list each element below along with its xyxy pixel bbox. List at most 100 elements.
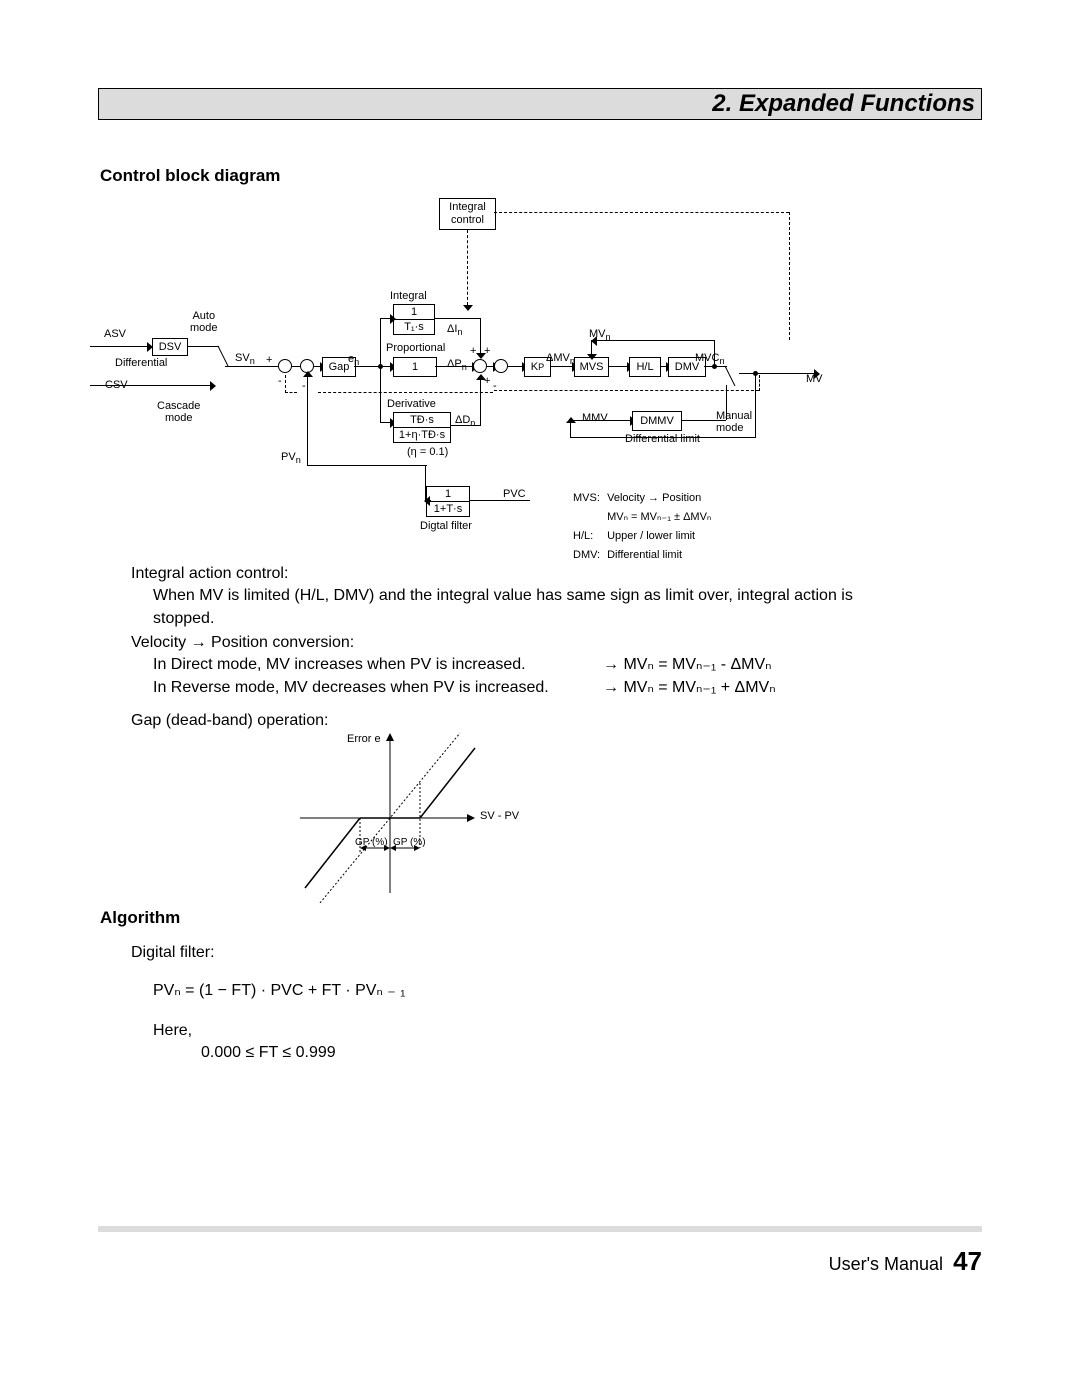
integral-action-title: Integral action control:	[131, 563, 881, 585]
cascade-mode-label: Cascade mode	[157, 400, 200, 424]
line	[739, 373, 814, 374]
plus: +	[470, 345, 476, 357]
pvc-label: PVC	[503, 488, 526, 500]
dsv-box: DSV	[152, 338, 188, 356]
sum-junction	[494, 359, 508, 373]
line	[435, 318, 480, 319]
section-control-block: Control block diagram	[100, 166, 280, 186]
prop-box: 1	[393, 357, 437, 377]
node	[753, 371, 758, 376]
line	[435, 366, 472, 367]
d-den: 1+η·TƉ·s	[394, 428, 450, 442]
line	[451, 425, 481, 426]
integral-tf: 1 T₁·s	[393, 304, 435, 335]
footer-manual: User's Manual	[829, 1254, 943, 1274]
d-num: TƉ·s	[394, 413, 450, 428]
header-title: 2. Expanded Functions	[712, 90, 975, 118]
switch-symbol	[186, 338, 230, 376]
gap-ylabel: Error e	[347, 733, 381, 745]
sum-junction	[473, 359, 487, 373]
line	[380, 422, 390, 423]
differential-limit-label: Differential limit	[625, 433, 700, 445]
node	[712, 364, 717, 369]
asv-label: ASV	[104, 328, 126, 340]
eta-note: (η = 0.1)	[407, 446, 448, 458]
line	[380, 366, 390, 367]
dmmv-box: DMMV	[632, 411, 682, 431]
velocity-block: Velocity → Position conversion: In Direc…	[131, 632, 901, 699]
delta-i-label: ΔIn	[447, 323, 463, 337]
arrow	[467, 304, 468, 305]
df-formula: PVₙ = (1 − FT) · PVC + FT · PVₙ ₋ ₁	[153, 980, 406, 1002]
line	[480, 380, 481, 426]
dotted-line	[494, 212, 789, 213]
digital-filter-tf: 1 1+T·s	[426, 486, 470, 517]
proportional-label: Proportional	[386, 342, 445, 354]
line	[470, 500, 530, 501]
control-block-diagram: Integral control Integral 1 T₁·s ΔIn ASV…	[90, 190, 920, 550]
line	[755, 373, 756, 437]
gp-right: GP (%)	[393, 837, 426, 848]
ft-range: 0.000 ≤ FT ≤ 0.999	[201, 1042, 336, 1064]
gap-title: Gap (dead-band) operation:	[131, 710, 328, 732]
digital-filter-title: Digital filter:	[131, 942, 215, 964]
mmv-label: MMV	[582, 412, 608, 424]
dotted-line	[318, 392, 493, 393]
mv-out-label: MV	[806, 373, 823, 385]
manual-mode-label: Manual mode	[716, 410, 752, 434]
line	[597, 340, 715, 341]
delta-d-label: ΔDn	[455, 414, 475, 428]
section-algorithm: Algorithm	[100, 908, 180, 928]
dotted-line	[759, 375, 760, 391]
page-number: 47	[953, 1246, 982, 1276]
integral-den: T₁·s	[394, 320, 434, 334]
sum-junction	[278, 359, 292, 373]
dotted-line	[789, 212, 790, 340]
velocity-title: Velocity → Position conversion:	[131, 632, 901, 654]
velocity-line2: In Reverse mode, MV decreases when PV is…	[131, 677, 603, 699]
diagram-legend: MVS:Velocity → Position MVₙ = MVₙ₋₁ ± ΔM…	[570, 488, 717, 566]
dotted-line	[285, 392, 297, 393]
plus: +	[484, 375, 490, 387]
line	[660, 366, 666, 367]
velocity-eq2: → MVₙ = MVₙ₋₁ + ΔMVₙ	[603, 677, 776, 699]
pvn-label: PVn	[281, 451, 301, 465]
line	[508, 366, 522, 367]
line	[90, 385, 210, 386]
line	[425, 465, 426, 500]
gap-xlabel: SV - PV	[480, 810, 519, 822]
line	[570, 437, 756, 438]
df-num: 1	[427, 487, 469, 502]
line	[591, 340, 592, 354]
integral-action-block: Integral action control: When MV is limi…	[131, 563, 881, 630]
minus: -	[302, 380, 306, 392]
dotted-line	[285, 375, 286, 393]
line	[570, 423, 571, 438]
plus: +	[266, 354, 272, 366]
integral-control-box: Integral control	[439, 198, 496, 230]
differential-label: Differential	[115, 357, 167, 369]
page-root: 2. Expanded Functions Control block diag…	[0, 0, 1080, 1397]
hl-box: H/L	[629, 357, 661, 377]
integral-action-body: When MV is limited (H/L, DMV) and the in…	[131, 585, 881, 630]
line	[307, 377, 308, 466]
line	[307, 465, 427, 466]
line	[90, 346, 147, 347]
line	[380, 318, 390, 319]
dmv-label: ΔMVn	[546, 352, 575, 366]
integral-label: Integral	[390, 290, 427, 302]
line	[480, 318, 481, 353]
line	[430, 500, 431, 501]
digital-filter-label: Digtal filter	[420, 520, 472, 532]
mvs-box: MVS	[574, 357, 609, 377]
footer-bar	[98, 1226, 982, 1232]
velocity-eq1: → MVₙ = MVₙ₋₁ - ΔMVₙ	[603, 654, 772, 676]
footer-text: User's Manual 47	[829, 1246, 982, 1277]
line	[570, 420, 630, 421]
line	[314, 366, 320, 367]
gp-left: GP (%)	[355, 837, 388, 848]
plus: +	[484, 345, 490, 357]
auto-mode-label: Auto mode	[190, 310, 218, 334]
line	[487, 366, 493, 367]
line	[608, 366, 627, 367]
